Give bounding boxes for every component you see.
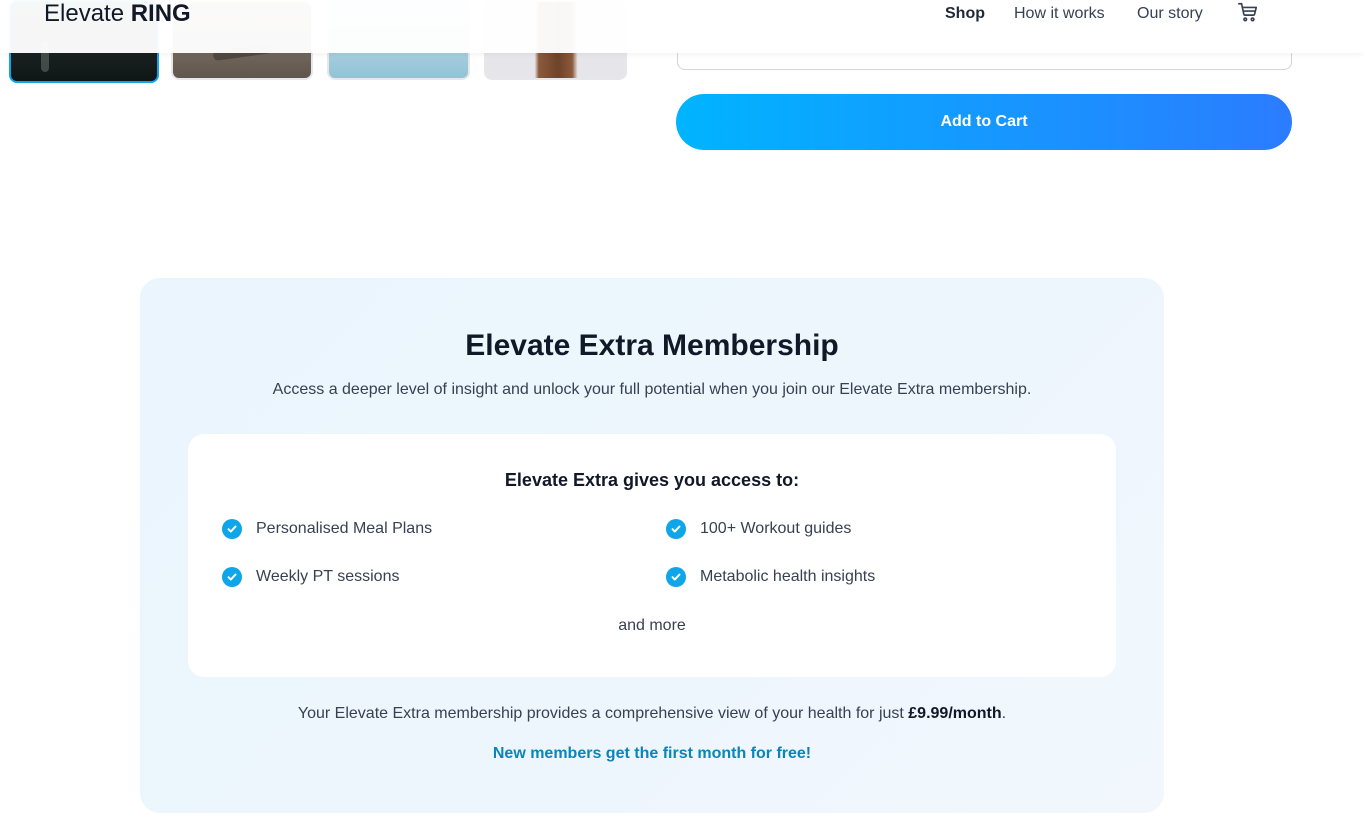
check-circle-icon	[666, 567, 686, 587]
brand-logo[interactable]: Elevate RING	[44, 0, 191, 28]
price-value: £9.99/month	[908, 705, 1002, 722]
nav-link-how-it-works[interactable]: How it works	[1014, 4, 1105, 24]
membership-title: Elevate Extra Membership	[465, 329, 839, 362]
logo-text: Elevate	[44, 0, 131, 27]
benefit-label: 100+ Workout guides	[700, 520, 852, 537]
benefit-item: Personalised Meal Plans	[222, 518, 432, 540]
benefit-item: Metabolic health insights	[666, 566, 875, 588]
benefits-heading: Elevate Extra gives you access to:	[504, 470, 800, 490]
benefit-item: Weekly PT sessions	[222, 566, 399, 588]
check-circle-icon	[222, 519, 242, 539]
price-text: Your Elevate Extra membership provides a…	[297, 705, 909, 722]
site-header: Elevate RING Shop How it works Our story	[0, 0, 1364, 53]
benefit-item: 100+ Workout guides	[666, 518, 851, 540]
benefits-panel: Elevate Extra gives you access to: Perso…	[188, 434, 1116, 677]
nav-link-our-story[interactable]: Our story	[1137, 4, 1203, 24]
price-statement: Your Elevate Extra membership provides a…	[140, 704, 1164, 724]
check-circle-icon	[666, 519, 686, 539]
promo-text: New members get the first month for free…	[492, 745, 812, 762]
price-end: .	[1001, 705, 1007, 722]
nav-link-shop[interactable]: Shop	[945, 4, 985, 24]
benefit-label: Personalised Meal Plans	[256, 520, 433, 537]
membership-card: Elevate Extra Membership Access a deeper…	[140, 278, 1164, 813]
cart-icon[interactable]	[1237, 1, 1259, 23]
benefit-label: Metabolic health insights	[700, 568, 876, 585]
add-to-cart-button[interactable]: Add to Cart	[676, 94, 1292, 150]
logo-text-bold: RING	[130, 0, 191, 27]
benefit-label: Weekly PT sessions	[256, 568, 400, 585]
membership-subtitle: Access a deeper level of insight and unl…	[272, 381, 1032, 398]
and-more-text: and more	[618, 617, 686, 634]
check-circle-icon	[222, 567, 242, 587]
